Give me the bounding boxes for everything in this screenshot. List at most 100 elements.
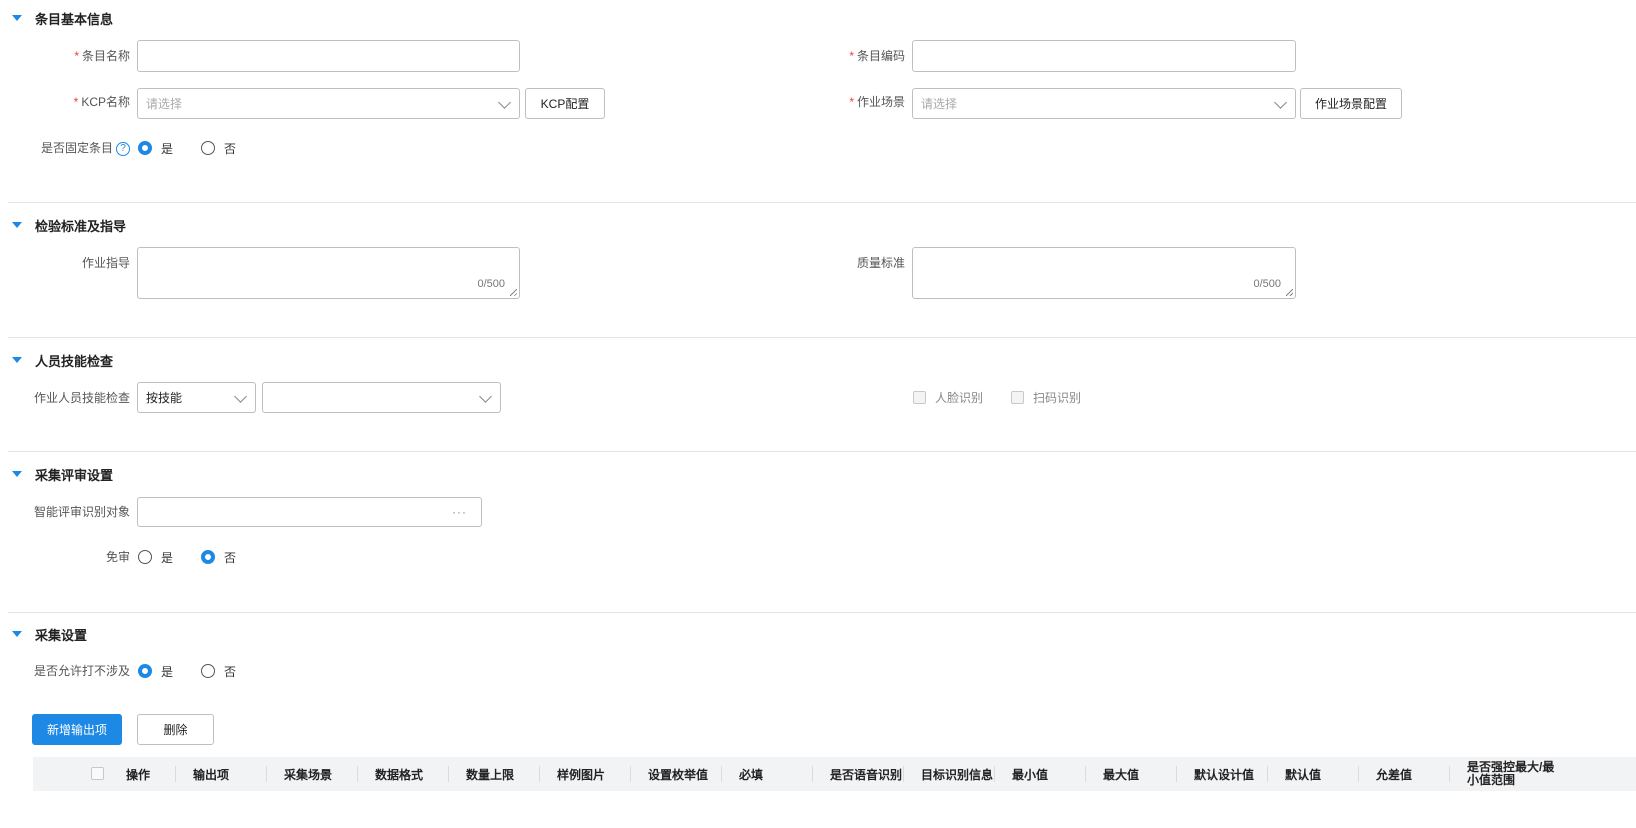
- add-output-button[interactable]: 新增输出项: [32, 714, 122, 745]
- column-separator[interactable]: [1176, 766, 1177, 782]
- item-name-input[interactable]: [137, 40, 520, 72]
- section-skill-header[interactable]: 人员技能检查: [12, 350, 113, 370]
- section-review-header[interactable]: 采集评审设置: [12, 464, 113, 484]
- section-standard-header[interactable]: 检验标准及指导: [12, 215, 126, 235]
- table-column-header: 最大值: [1103, 767, 1140, 782]
- help-icon[interactable]: ?: [116, 141, 130, 156]
- caret-down-icon[interactable]: [12, 471, 22, 477]
- column-separator[interactable]: [357, 766, 358, 782]
- fixed-item-radio-group: 是 否: [138, 132, 264, 164]
- table-column-header: 允差值: [1376, 767, 1413, 782]
- kcp-name-label: * KCP名称: [73, 95, 130, 109]
- column-separator[interactable]: [994, 766, 995, 782]
- scene-placeholder: 请选择: [921, 97, 958, 111]
- table-column-header: 目标识别信息: [921, 767, 994, 782]
- caret-down-icon[interactable]: [12, 631, 22, 637]
- table-column-header: 数据格式: [375, 767, 424, 782]
- guide-char-count: 0/500: [477, 278, 505, 290]
- allow-na-no-radio[interactable]: 否: [201, 663, 236, 680]
- table-column-header: 输出项: [193, 767, 230, 782]
- quality-label: 质量标准: [856, 256, 905, 270]
- scan-recognition-label: 扫码识别: [1033, 390, 1082, 405]
- exempt-label: 免审: [105, 550, 130, 564]
- caret-down-icon[interactable]: [12, 222, 22, 228]
- chevron-down-icon: [234, 390, 247, 403]
- section-basic-header[interactable]: 条目基本信息: [12, 8, 113, 28]
- table-column-header: 设置枚举值: [648, 767, 709, 782]
- divider: [8, 337, 1636, 338]
- section-basic-title: 条目基本信息: [35, 11, 114, 27]
- chevron-down-icon: [479, 390, 492, 403]
- divider: [8, 612, 1636, 613]
- table-column-header: 采集场景: [284, 767, 333, 782]
- section-skill-title: 人员技能检查: [35, 353, 114, 369]
- column-separator[interactable]: [1085, 766, 1086, 782]
- column-separator[interactable]: [1449, 766, 1450, 782]
- face-recognition-label: 人脸识别: [935, 390, 984, 405]
- caret-down-icon[interactable]: [12, 15, 22, 21]
- table-column-header: 是否强控最大/最小值范围: [1467, 760, 1555, 787]
- column-separator[interactable]: [266, 766, 267, 782]
- table-column-header: 默认设计值: [1194, 767, 1255, 782]
- exempt-yes-radio[interactable]: 是: [138, 549, 173, 566]
- guide-label: 作业指导: [81, 256, 130, 270]
- resize-grip-icon[interactable]: [510, 289, 517, 296]
- section-collect-title: 采集设置: [35, 627, 88, 643]
- allow-na-label: 是否允许打不涉及: [33, 664, 130, 678]
- skill-check-label: 作业人员技能检查: [33, 391, 130, 405]
- table-column-header: 样例图片: [557, 767, 606, 782]
- item-code-input[interactable]: [912, 40, 1296, 72]
- exempt-no-radio[interactable]: 否: [201, 549, 236, 566]
- column-separator[interactable]: [1358, 766, 1359, 782]
- quality-textarea[interactable]: 0/500: [912, 247, 1296, 299]
- column-separator[interactable]: [1267, 766, 1268, 782]
- column-separator[interactable]: [812, 766, 813, 782]
- select-all-checkbox[interactable]: [91, 767, 104, 780]
- face-recognition-checkbox[interactable]: 人脸识别: [913, 381, 983, 413]
- section-collect-header[interactable]: 采集设置: [12, 624, 87, 644]
- resize-grip-icon[interactable]: [1286, 289, 1293, 296]
- chevron-down-icon: [498, 96, 511, 109]
- table-column-header: 数量上限: [466, 767, 515, 782]
- skill-mode-value: 按技能: [146, 391, 183, 405]
- section-standard-title: 检验标准及指导: [35, 218, 127, 234]
- table-column-header: 操作: [126, 767, 151, 782]
- skill-detail-select[interactable]: [262, 382, 501, 413]
- kcp-name-select[interactable]: 请选择: [137, 88, 520, 119]
- column-separator[interactable]: [630, 766, 631, 782]
- table-column-header: 必填: [739, 767, 764, 782]
- table-column-header: 最小值: [1012, 767, 1049, 782]
- kcp-placeholder: 请选择: [146, 97, 183, 111]
- caret-down-icon[interactable]: [12, 357, 22, 363]
- column-separator[interactable]: [175, 766, 176, 782]
- scan-recognition-checkbox[interactable]: 扫码识别: [1011, 381, 1081, 413]
- divider: [8, 451, 1636, 452]
- chevron-down-icon: [1274, 96, 1287, 109]
- column-separator[interactable]: [539, 766, 540, 782]
- divider: [8, 202, 1636, 203]
- skill-mode-select[interactable]: 按技能: [137, 382, 256, 413]
- fixed-item-label: 是否固定条目?: [20, 132, 130, 164]
- allow-na-radio-group: 是 否: [138, 655, 264, 687]
- allow-na-yes-radio[interactable]: 是: [138, 663, 173, 680]
- scene-select[interactable]: 请选择: [912, 88, 1296, 119]
- fixed-no-radio[interactable]: 否: [201, 140, 236, 157]
- guide-textarea[interactable]: 0/500: [137, 247, 520, 299]
- scene-label: * 作业场景: [849, 95, 905, 109]
- kcp-config-button[interactable]: KCP配置: [525, 88, 605, 119]
- review-target-input[interactable]: ···: [137, 497, 482, 527]
- fixed-yes-radio[interactable]: 是: [138, 140, 173, 157]
- ellipsis-icon[interactable]: ···: [452, 498, 467, 526]
- column-separator[interactable]: [721, 766, 722, 782]
- column-separator[interactable]: [448, 766, 449, 782]
- delete-button[interactable]: 删除: [137, 714, 214, 745]
- item-code-label: * 条目编码: [849, 49, 905, 63]
- quality-char-count: 0/500: [1253, 278, 1281, 290]
- table-column-header: 默认值: [1285, 767, 1322, 782]
- column-separator[interactable]: [903, 766, 904, 782]
- section-review-title: 采集评审设置: [35, 467, 114, 483]
- item-name-label: * 条目名称: [74, 49, 130, 63]
- table-column-header: 是否语音识别: [830, 767, 903, 782]
- scene-config-button[interactable]: 作业场景配置: [1300, 88, 1402, 119]
- review-target-label: 智能评审识别对象: [33, 505, 130, 519]
